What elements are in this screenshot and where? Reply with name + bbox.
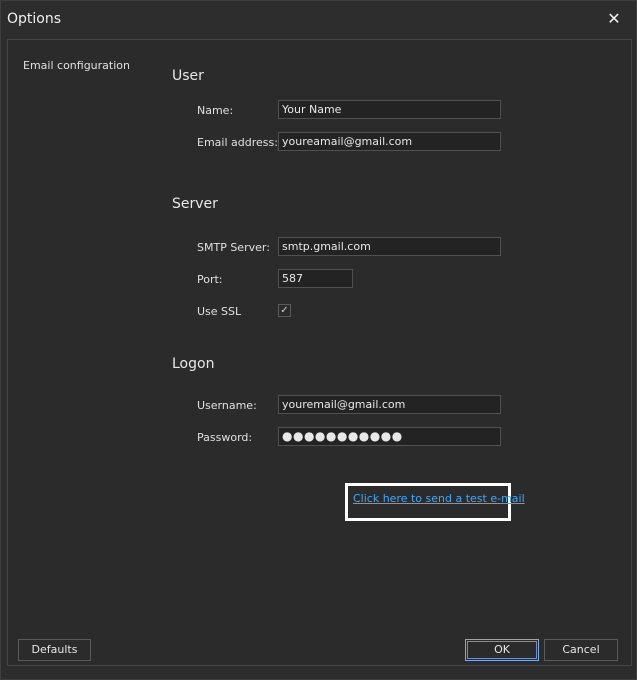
smtp-server-label: SMTP Server: xyxy=(197,241,270,254)
section-title-logon: Logon xyxy=(172,356,215,372)
use-ssl-label: Use SSL xyxy=(197,305,242,318)
section-title-server: Server xyxy=(172,196,218,212)
ok-button[interactable]: OK xyxy=(465,639,539,661)
email-address-field[interactable]: youreamail@gmail.com xyxy=(278,132,501,151)
use-ssl-checkbox[interactable]: ✓ xyxy=(278,304,291,317)
close-icon[interactable]: ✕ xyxy=(604,9,624,29)
port-field[interactable]: 587 xyxy=(278,269,353,288)
password-field[interactable]: ●●●●●●●●●●● xyxy=(278,427,501,446)
window-title: Options xyxy=(7,11,62,27)
username-label: Username: xyxy=(197,399,257,412)
section-title-user: User xyxy=(172,68,204,84)
cancel-button[interactable]: Cancel xyxy=(544,639,618,661)
password-label: Password: xyxy=(197,431,253,444)
smtp-server-field[interactable]: smtp.gmail.com xyxy=(278,237,501,256)
username-field[interactable]: youremail@gmail.com xyxy=(278,395,501,414)
title-bar: Options ✕ xyxy=(1,1,636,37)
name-field[interactable]: Your Name xyxy=(278,100,501,119)
send-test-email-link[interactable]: Click here to send a test e-mail xyxy=(353,492,525,505)
email-address-label: Email address: xyxy=(197,136,278,149)
defaults-button[interactable]: Defaults xyxy=(18,639,91,661)
nav-item-email-configuration[interactable]: Email configuration xyxy=(23,59,130,72)
port-label: Port: xyxy=(197,273,223,286)
check-icon: ✓ xyxy=(280,305,289,316)
name-label: Name: xyxy=(197,104,234,117)
